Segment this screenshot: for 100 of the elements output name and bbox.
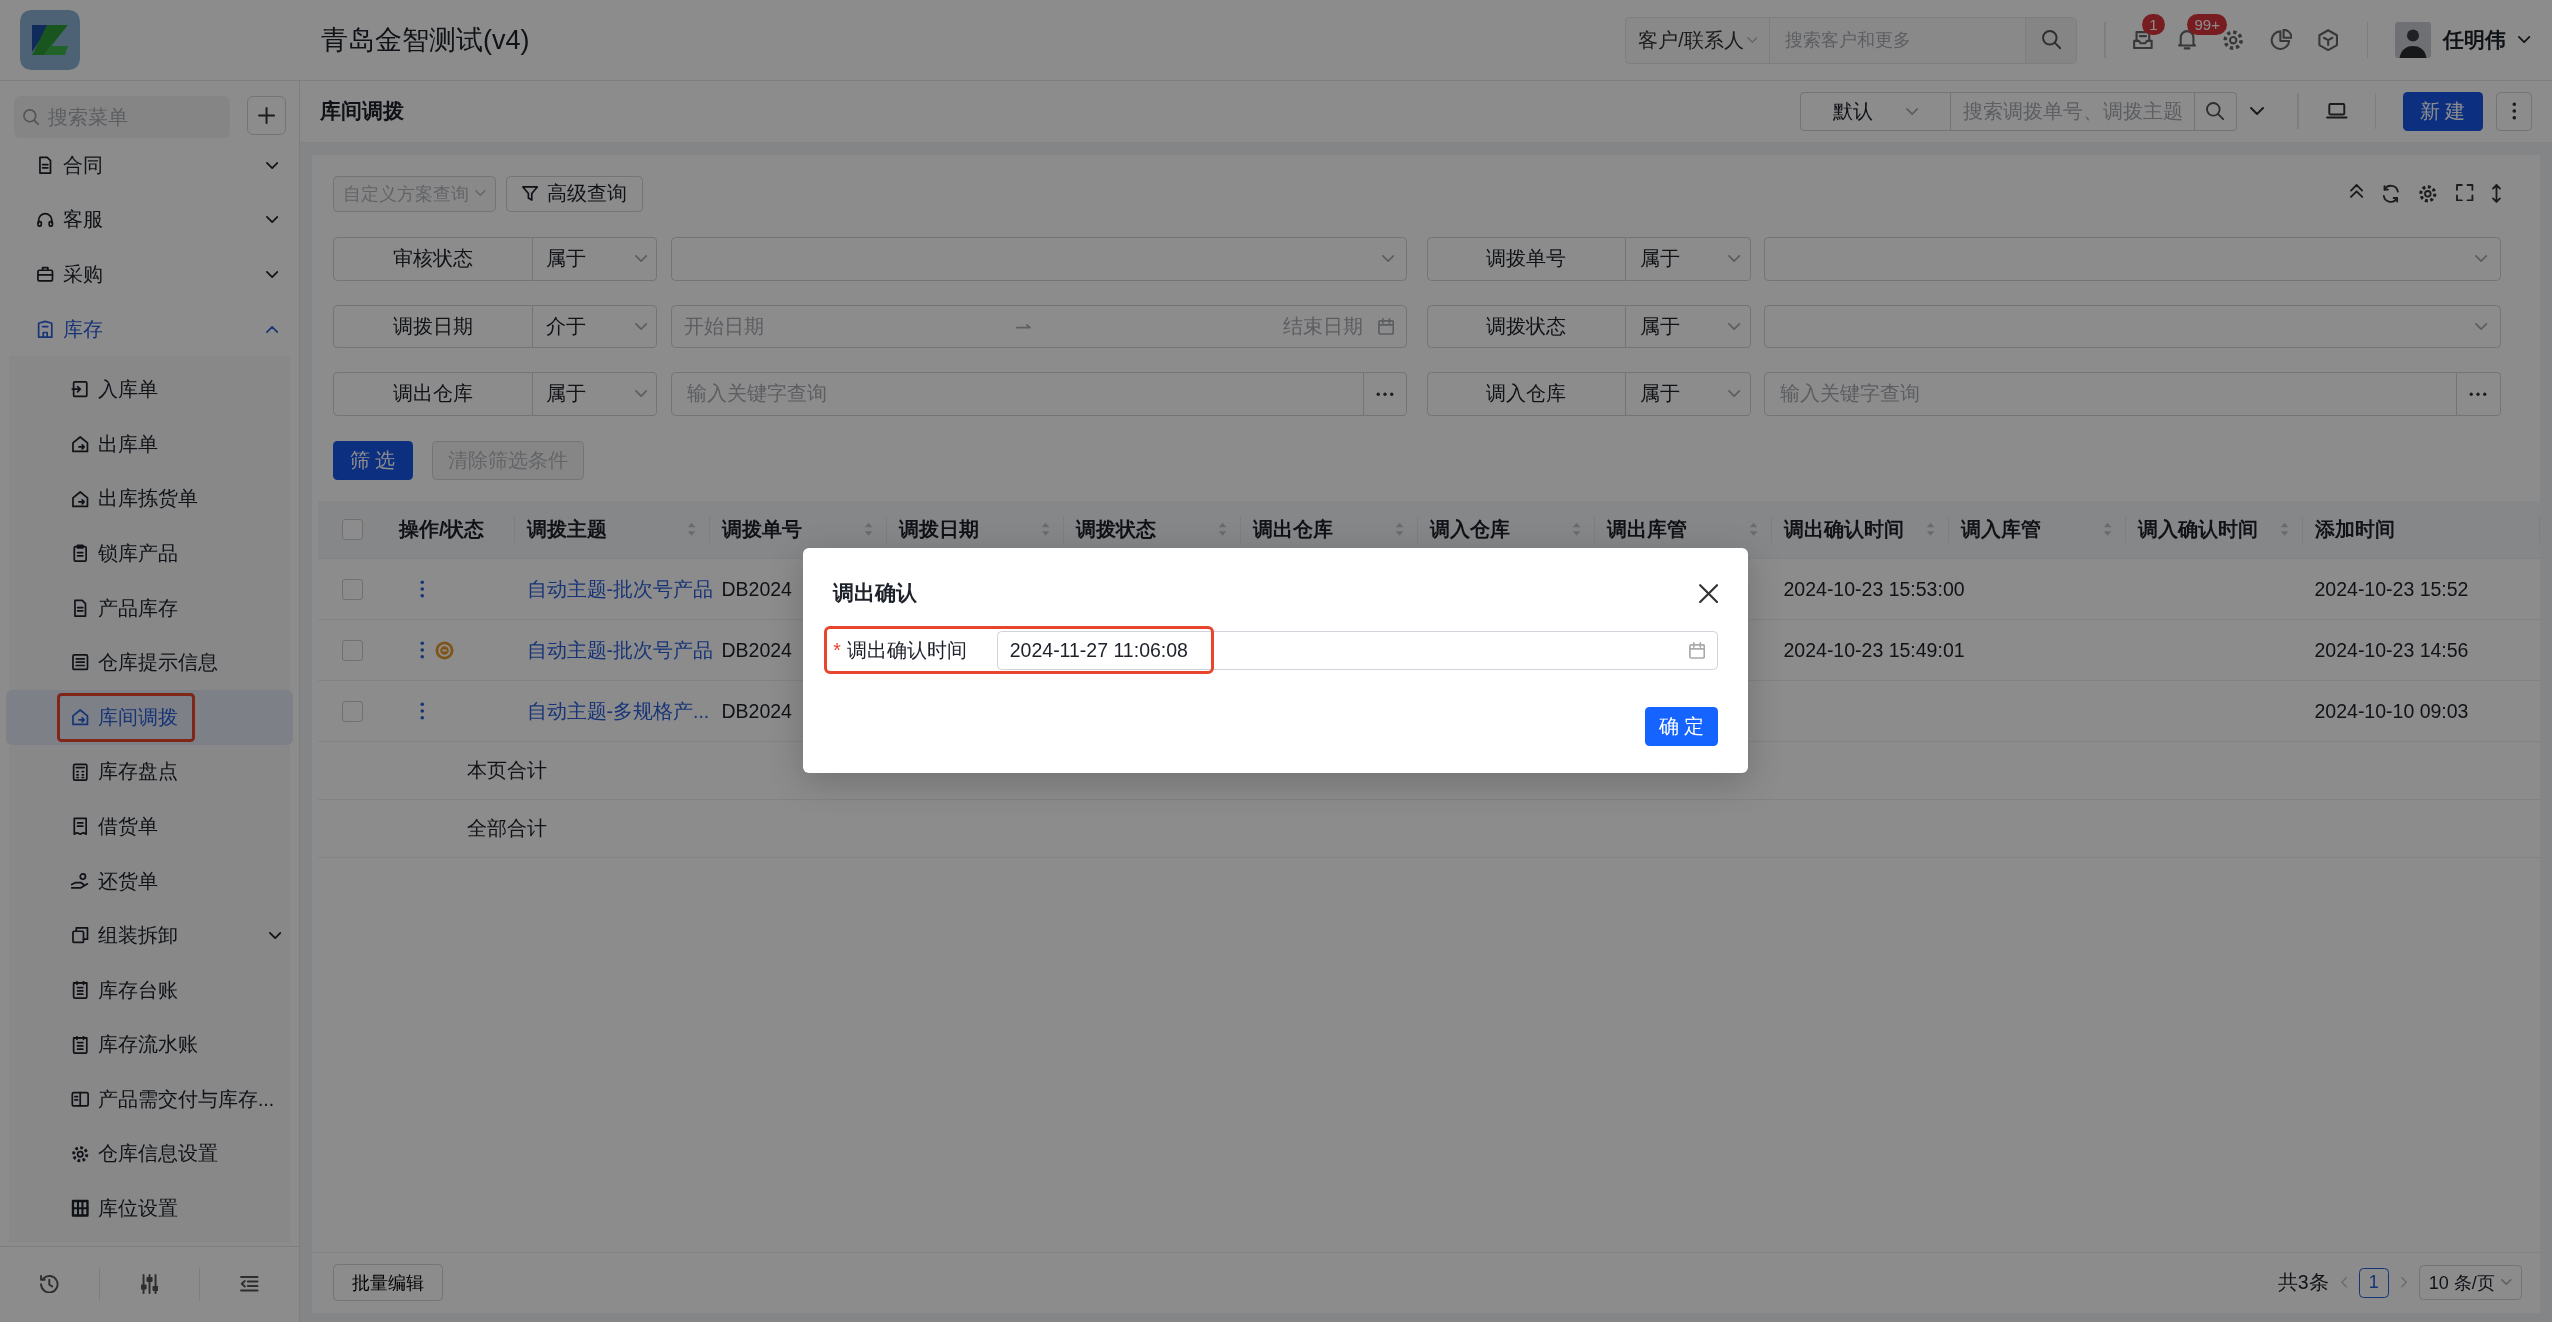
refresh-icon[interactable] <box>2380 183 2401 204</box>
settings-icon[interactable] <box>2418 183 2439 204</box>
menu-item[interactable]: 出库单 <box>6 416 293 472</box>
subject-link[interactable]: 自动主题-批次号产品 <box>526 636 713 664</box>
collapse-icon[interactable] <box>2349 183 2363 198</box>
menu-item[interactable]: 入库单 <box>6 362 293 417</box>
menu-item[interactable]: 客服 <box>0 192 299 248</box>
table-cell: 2024-10-10 09:03 <box>2314 699 2469 723</box>
pie-chart-icon[interactable] <box>2269 28 2292 52</box>
resize-icon[interactable] <box>2491 183 2501 203</box>
headset-icon <box>36 210 55 230</box>
avatar[interactable] <box>2395 22 2432 58</box>
new-button[interactable]: 新 建 <box>2403 91 2483 131</box>
cube-icon[interactable] <box>2317 28 2340 52</box>
view-select[interactable]: 默认 <box>1800 91 1951 131</box>
table-cell: 2024-10-23 15:53:00 <box>1783 577 1965 601</box>
chevron-icon <box>1381 255 1394 263</box>
kebab-icon[interactable] <box>420 641 425 659</box>
column-header[interactable]: 调拨主题 <box>514 516 710 543</box>
app-title: 青岛金智测试(v4) <box>321 24 530 57</box>
fullscreen-icon[interactable] <box>2456 183 2474 202</box>
operator-select[interactable]: 属于 <box>532 372 657 416</box>
menu-item[interactable]: 仓库信息设置 <box>6 1126 293 1182</box>
checkbox[interactable] <box>342 639 363 661</box>
more-button[interactable] <box>2496 91 2532 131</box>
page-button[interactable]: 1 <box>2358 1267 2389 1298</box>
date-field[interactable]: 2024-11-27 11:06:08 <box>996 630 1719 670</box>
menu-item[interactable]: 产品库存 <box>6 580 293 636</box>
menu-item[interactable]: 采购 <box>0 247 299 302</box>
menu-item[interactable]: 出库拣货单 <box>6 471 293 527</box>
bell-icon[interactable] <box>2178 30 2197 50</box>
chevron-icon[interactable] <box>2518 36 2531 44</box>
operator-select[interactable]: 属于 <box>1626 304 1751 348</box>
menu-item[interactable]: 还货单 <box>6 853 293 909</box>
page-title: 库间调拨 <box>319 98 404 125</box>
column-header[interactable]: 调拨状态 <box>1063 516 1241 543</box>
logo-icon[interactable] <box>19 10 80 70</box>
filter-button[interactable]: 筛 选 <box>333 441 413 480</box>
column-header[interactable]: 调出仓库 <box>1240 516 1418 543</box>
column-header[interactable]: 调出库管 <box>1594 516 1772 543</box>
notification-badge: 99+ <box>2187 13 2228 35</box>
search-button[interactable] <box>2025 17 2077 63</box>
search-button[interactable] <box>2194 91 2237 131</box>
settings-icon[interactable] <box>2221 28 2244 52</box>
subject-link[interactable]: 自动主题-多规格产... <box>526 697 710 725</box>
sort-icon <box>687 522 697 537</box>
menu-item[interactable]: 库间调拨 <box>6 689 293 745</box>
chevron-icon <box>1728 390 1741 398</box>
dialog-title: 调出确认 <box>833 580 918 607</box>
filter-label: 审核状态 <box>333 237 533 281</box>
column-header[interactable]: 调入库管 <box>1948 516 2126 543</box>
kebab-icon[interactable] <box>420 580 425 598</box>
chevron-left-icon <box>2340 1277 2347 1288</box>
scope-select[interactable]: 客户/联系人 <box>1626 17 1771 63</box>
operator-select[interactable]: 属于 <box>1626 372 1751 416</box>
kebab-icon[interactable] <box>420 702 425 720</box>
menu-item[interactable]: 产品需交付与库存... <box>6 1072 293 1127</box>
column-header[interactable]: 调拨单号 <box>709 516 887 543</box>
menu-item[interactable]: 库位设置 <box>6 1181 293 1236</box>
receipt-icon <box>70 817 89 836</box>
subject-link[interactable]: 自动主题-批次号产品 <box>526 575 713 603</box>
chevron-right-icon <box>2400 1277 2407 1288</box>
inbox-icon[interactable] <box>2132 30 2153 50</box>
operator-select[interactable]: 介于 <box>532 304 657 348</box>
sort-icon <box>1041 522 1051 537</box>
menu-item[interactable]: 合同 <box>0 138 299 193</box>
menu-item[interactable]: 库存流水账 <box>6 1017 293 1073</box>
menu-item[interactable]: 借货单 <box>6 799 293 854</box>
advanced-search-button[interactable]: 高级查询 <box>506 175 644 212</box>
column-header[interactable]: 调拨日期 <box>886 516 1064 543</box>
menu-item[interactable]: 库存盘点 <box>6 744 293 800</box>
sliders-icon <box>140 1273 159 1295</box>
confirm-button[interactable]: 确 定 <box>1644 707 1719 747</box>
column-header[interactable]: 调入仓库 <box>1417 516 1595 543</box>
sort-icon <box>1218 522 1228 537</box>
column-header[interactable]: 调入确认时间 <box>2125 516 2303 543</box>
chevron-icon <box>2500 1279 2512 1286</box>
table-cell: DB2024 <box>721 699 792 723</box>
add-button[interactable] <box>246 96 286 135</box>
page-size-select[interactable]: 10 条/页 <box>2418 1265 2522 1300</box>
user-name[interactable]: 任明伟 <box>2443 26 2507 54</box>
operator-select[interactable]: 属于 <box>1626 237 1751 281</box>
checkbox[interactable] <box>342 700 363 722</box>
required-mark: * <box>833 638 841 662</box>
filter-label: 调入仓库 <box>1426 372 1626 416</box>
notebook-icon <box>70 981 89 1000</box>
column-header[interactable]: 调出确认时间 <box>1771 516 1949 543</box>
operator-select[interactable]: 属于 <box>532 237 657 281</box>
batch-edit-button[interactable]: 批量编辑 <box>333 1263 443 1302</box>
menu-item[interactable]: 库存台账 <box>6 962 293 1018</box>
checkbox[interactable] <box>342 519 363 540</box>
layout-button[interactable] <box>2325 103 2348 120</box>
menu-item[interactable]: 仓库提示信息 <box>6 635 293 690</box>
building-icon <box>36 319 55 339</box>
notification-badge: 1 <box>2141 14 2166 36</box>
menu-item[interactable]: 组装拆卸 <box>6 908 293 963</box>
checkbox[interactable] <box>342 578 363 600</box>
chevron-icon <box>265 270 278 278</box>
menu-item[interactable]: 锁库产品 <box>6 526 293 581</box>
close-button[interactable] <box>1699 583 1719 603</box>
